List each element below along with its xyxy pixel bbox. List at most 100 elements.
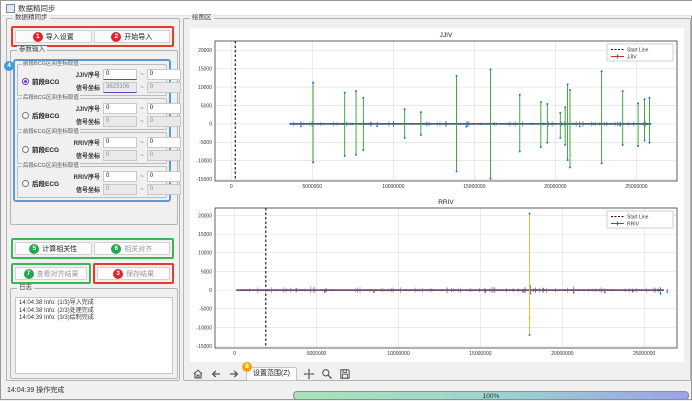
import-button-frame: 1 导入设置 2 开始导入 [11,26,174,47]
front-bcg-radio[interactable]: 前段BCG [20,76,68,86]
back-arrow-icon[interactable] [210,368,222,380]
svg-text:10000: 10000 [198,85,212,91]
compute-correlation-button[interactable]: 5 计算相关性 [15,242,92,255]
front-bcg-coord-end-input[interactable]: 0 [147,82,181,93]
svg-text:10000000: 10000000 [387,351,409,357]
set-range-button[interactable]: 8 设置范围(Z) [246,367,297,381]
status-bar-text: 14:04:39 操作完成 [7,385,64,395]
rear-ecg-group: 后段ECG区间坐标取值 后段ECG RRIV序号 0 ~ 0 信号坐标 0 [17,166,167,198]
rear-ecg-rriv-end-input[interactable]: 0 [147,171,181,182]
svg-text:-15000: -15000 [196,344,212,350]
svg-text:5000: 5000 [201,269,212,275]
correlation-align-button[interactable]: 6 相关对齐 [94,242,171,255]
rear-bcg-jjiv-end-input[interactable]: 0 [147,103,181,114]
svg-text:-10000: -10000 [196,159,212,165]
log-line: 14:04:38 Info: (2/3)处理完成 [19,308,169,316]
svg-text:Start Line: Start Line [627,47,649,53]
svg-text:15000000: 15000000 [463,184,485,190]
svg-text:25000000: 25000000 [625,184,647,190]
svg-text:-5000: -5000 [199,307,212,313]
start-import-label: 开始导入 [124,32,152,42]
svg-text:0: 0 [209,122,212,128]
forward-arrow-icon[interactable] [228,368,240,380]
svg-text:JJIV: JJIV [627,54,637,60]
param-input-group: 参数输入 4 前段BCG区间坐标取值 前段BCG JJIV序号 0 ~ 0 [10,50,178,225]
param-input-title: 参数输入 [17,46,47,54]
log-line: 14:04:38 Info: (1/3)导入完成 [19,300,169,308]
save-result-label: 保存结果 [126,269,154,279]
front-ecg-rriv-start-input[interactable]: 0 [103,137,137,148]
plot-panel-title: 绘图区 [190,14,214,22]
pan-icon[interactable] [303,368,315,380]
front-ecg-rriv-end-input[interactable]: 0 [147,137,181,148]
svg-text:10000000: 10000000 [382,184,404,190]
rear-ecg-rriv-start-input[interactable]: 0 [103,171,137,182]
front-ecg-group: 前段ECG区间坐标取值 前段ECG RRIV序号 0 ~ 0 信号坐标 0 [17,132,167,164]
svg-text:25000000: 25000000 [633,351,655,357]
window-titlebar: 数据精同步 [1,1,692,16]
rear-bcg-jjiv-start-input[interactable]: 0 [103,103,137,114]
svg-text:10000: 10000 [198,251,212,257]
svg-text:20000: 20000 [198,48,212,54]
step-badge-6: 6 [111,244,121,254]
correlation-align-label: 相关对齐 [124,244,152,254]
log-group: 日志 14:04:38 Info: (1/3)导入完成 14:04:38 Inf… [10,288,178,379]
svg-text:-15000: -15000 [196,177,212,183]
plot-panel: 绘图区 050000001000000015000000200000002500… [183,18,691,381]
svg-text:15000: 15000 [198,66,212,72]
rear-bcg-coord-end-input[interactable]: 0 [147,116,181,127]
view-align-result-label: 查看对齐结果 [37,269,79,279]
step-badge-3: 3 [113,269,123,279]
import-settings-button[interactable]: 1 导入设置 [15,30,92,43]
step-badge-4: 4 [4,61,14,71]
rear-bcg-coord-start-input[interactable]: 0 [103,116,137,127]
home-icon[interactable] [192,368,204,380]
radio-icon[interactable] [22,112,29,119]
svg-text:0: 0 [233,351,236,357]
plot-toolbar: 8 设置范围(Z) [192,366,351,381]
svg-text:-10000: -10000 [196,325,212,331]
rear-bcg-radio[interactable]: 后段BCG [20,110,68,120]
save-icon[interactable] [339,368,351,380]
step-badge-2: 2 [111,32,121,42]
svg-text:20000: 20000 [198,213,212,219]
sync-panel: 数据精同步 1 导入设置 2 开始导入 参数输入 4 前段BCG区间坐标取值 前… [6,18,180,381]
step-badge-5: 5 [29,244,39,254]
front-ecg-coord-start-input[interactable]: 0 [103,150,137,161]
import-settings-label: 导入设置 [46,32,74,42]
svg-text:5000: 5000 [201,103,212,109]
compute-correlation-label: 计算相关性 [42,244,77,254]
front-ecg-radio[interactable]: 前段ECG [20,144,68,154]
set-range-label: 设置范围(Z) [253,370,290,377]
figure-canvas[interactable]: 0500000010000000150000002000000025000000… [190,28,684,362]
radio-icon[interactable] [22,180,29,187]
front-ecg-coord-end-input[interactable]: 0 [147,150,181,161]
progress-bar: 100% [293,391,689,400]
svg-text:RRIV: RRIV [438,199,454,206]
svg-text:15000: 15000 [198,232,212,238]
rear-ecg-radio[interactable]: 后段ECG [20,178,68,188]
start-import-button[interactable]: 2 开始导入 [94,30,171,43]
rear-ecg-coord-end-input[interactable]: 0 [147,184,181,195]
svg-text:0: 0 [230,184,233,190]
front-bcg-jjiv-start-input[interactable]: 0 [103,69,137,80]
save-result-button[interactable]: 3 保存结果 [97,267,170,280]
front-bcg-coord-start-input[interactable]: 3623106 [103,82,137,93]
log-group-title: 日志 [17,284,34,292]
log-list[interactable]: 14:04:38 Info: (1/3)导入完成 14:04:38 Info: … [15,297,173,374]
log-line: 14:04:39 Info: (3/3)绘制完成 [19,315,169,323]
radio-icon[interactable] [22,78,29,85]
svg-text:5000000: 5000000 [303,184,323,190]
svg-text:JJIV: JJIV [440,32,453,39]
svg-text:RRIV: RRIV [627,221,640,227]
zoom-icon[interactable] [321,368,333,380]
view-align-result-button[interactable]: 7 查看对齐结果 [15,267,87,280]
save-result-frame: 3 保存结果 [93,263,174,284]
rear-ecg-coord-start-input[interactable]: 0 [103,184,137,195]
view-result-frame: 7 查看对齐结果 [11,263,91,284]
radio-icon[interactable] [22,146,29,153]
app-icon [6,4,15,13]
window-title: 数据精同步 [18,3,56,14]
front-bcg-jjiv-end-input[interactable]: 0 [147,69,181,80]
correlation-frame: 5 计算相关性 6 相关对齐 [11,238,174,259]
